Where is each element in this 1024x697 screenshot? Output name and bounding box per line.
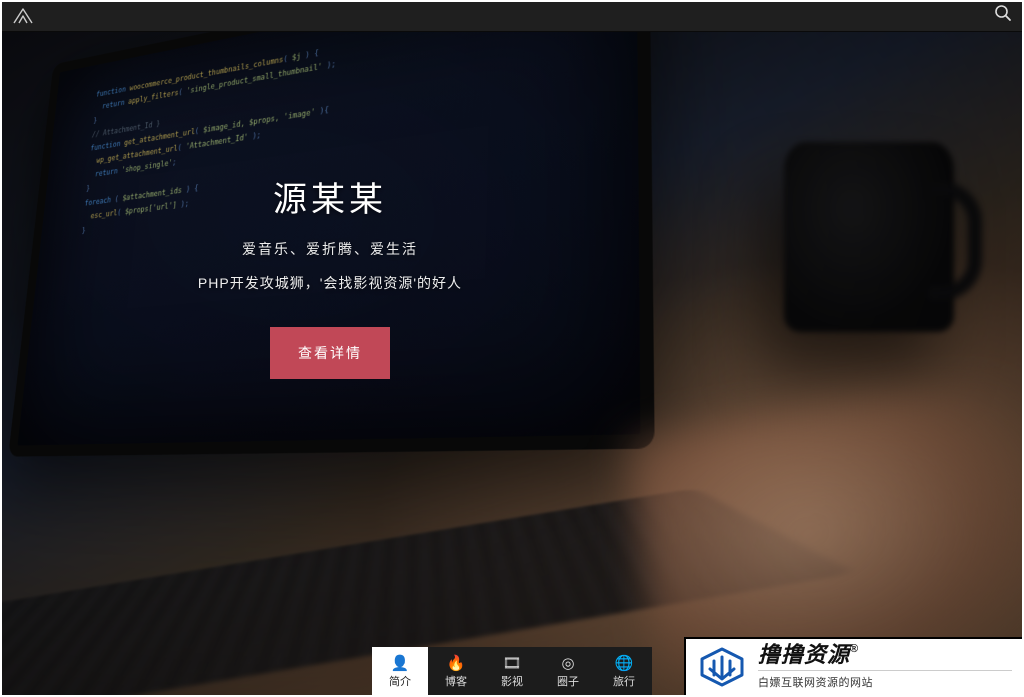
hero-title: 源某某 (150, 172, 510, 221)
logo-icon[interactable] (12, 7, 34, 25)
bottom-nav: 👤 简介 🔥 博客 🎞 影视 ◎ 圈子 🌐 旅行 (372, 647, 652, 697)
watermark-badge: 撸撸资源® 白嫖互联网资源的网站 (684, 637, 1024, 697)
nav-label: 旅行 (613, 673, 635, 689)
fire-icon: 🔥 (447, 656, 466, 671)
nav-profile[interactable]: 👤 简介 (372, 647, 428, 697)
film-icon: 🎞 (502, 656, 521, 671)
nav-label: 简介 (389, 673, 411, 689)
badge-text: 撸撸资源® 白嫖互联网资源的网站 (758, 644, 1012, 690)
hero-section: function woocommerce_product_thumbnails_… (0, 32, 1024, 697)
cta-button[interactable]: 查看详情 (270, 327, 390, 379)
user-icon: 👤 (391, 656, 410, 671)
top-header (0, 0, 1024, 32)
hero-content: 源某某 爱音乐、爱折腾、爱生活 PHP开发攻城狮，'会找影视资源'的好人 查看详… (150, 172, 510, 379)
circle-icon: ◎ (561, 656, 574, 671)
badge-title: 撸撸资源® (758, 644, 1012, 666)
search-icon[interactable] (994, 4, 1012, 27)
registered-mark: ® (850, 643, 859, 655)
badge-title-text: 撸撸资源 (758, 642, 850, 667)
nav-blog[interactable]: 🔥 博客 (428, 647, 484, 697)
nav-label: 影视 (501, 673, 523, 689)
nav-video[interactable]: 🎞 影视 (484, 647, 540, 697)
nav-circle[interactable]: ◎ 圈子 (540, 647, 596, 697)
badge-subtitle: 白嫖互联网资源的网站 (758, 670, 1012, 690)
nav-travel[interactable]: 🌐 旅行 (596, 647, 652, 697)
nav-label: 圈子 (557, 673, 579, 689)
nav-label: 博客 (445, 673, 467, 689)
hero-subtitle-1: 爱音乐、爱折腾、爱生活 (150, 239, 510, 259)
hero-subtitle-2: PHP开发攻城狮，'会找影视资源'的好人 (150, 273, 510, 293)
globe-icon: 🌐 (615, 656, 634, 671)
badge-logo-icon (696, 645, 748, 689)
